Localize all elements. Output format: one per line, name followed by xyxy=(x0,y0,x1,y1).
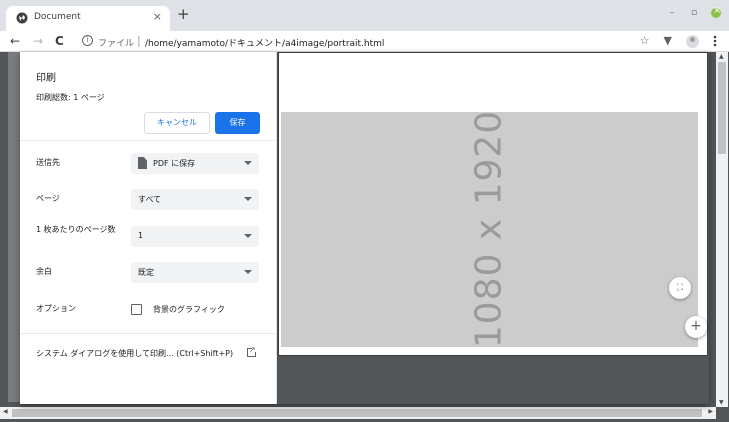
horizontal-scrollbar[interactable]: ◀ ▶ xyxy=(0,407,716,419)
fit-to-page-icon[interactable]: ⛶ xyxy=(669,277,691,299)
browser-toolbar: ← → C i ファイル | /home/yamamoto/ドキュメント/a4i… xyxy=(0,31,729,52)
url-scheme-label: ファイル xyxy=(98,39,135,49)
close-window-button[interactable] xyxy=(711,5,721,18)
extension-icon[interactable]: ▼ xyxy=(664,34,672,48)
forward-button[interactable]: → xyxy=(33,34,43,48)
menu-kebab-icon[interactable] xyxy=(713,35,717,47)
chevron-down-icon xyxy=(244,161,252,165)
scroll-up-arrow[interactable]: ▲ xyxy=(719,53,724,60)
options-label: オプション xyxy=(36,304,76,313)
chevron-down-icon xyxy=(244,234,252,238)
vertical-scrollbar[interactable]: ▲ ▼ xyxy=(716,52,728,407)
document-icon xyxy=(138,157,147,169)
reload-button[interactable]: C xyxy=(55,34,64,48)
open-external-icon[interactable] xyxy=(247,345,257,357)
address-bar[interactable]: i ファイル | /home/yamamoto/ドキュメント/a4image/p… xyxy=(78,33,648,50)
vertical-scroll-thumb[interactable] xyxy=(718,62,726,154)
pages-per-sheet-value: 1 xyxy=(138,231,144,240)
minimize-button[interactable]: – xyxy=(667,8,677,18)
back-button[interactable]: ← xyxy=(10,34,20,48)
tab-close-icon[interactable]: × xyxy=(153,10,162,23)
scroll-left-arrow[interactable]: ◀ xyxy=(3,408,8,415)
tab-title: Document xyxy=(34,12,81,22)
page-backdrop xyxy=(8,52,20,402)
pages-per-sheet-label: 1 枚あたりのページ数 xyxy=(36,225,116,234)
scroll-down-arrow[interactable]: ▼ xyxy=(719,399,724,406)
destination-label: 送信先 xyxy=(36,158,60,167)
window-controls: – ▫ xyxy=(667,5,721,18)
chevron-down-icon xyxy=(244,197,252,201)
url-separator: | xyxy=(137,34,141,47)
tab-strip: Document × + – ▫ xyxy=(0,0,729,31)
print-settings-panel: 印刷 印刷総数: 1 ページ キャンセル 保存 送信先 PDF に保存 ページ … xyxy=(20,52,277,404)
image-placeholder-text: 1080 x 1920 xyxy=(468,112,510,347)
maximize-button[interactable]: ▫ xyxy=(689,8,699,18)
profile-avatar[interactable] xyxy=(686,34,699,48)
chevron-down-icon xyxy=(244,270,252,274)
header-divider xyxy=(20,140,277,141)
globe-icon xyxy=(16,12,28,24)
margins-value: 既定 xyxy=(138,268,154,277)
total-pages-text: 印刷総数: 1 ページ xyxy=(36,93,105,102)
preview-image: 1080 x 1920 xyxy=(281,112,698,347)
info-icon[interactable]: i xyxy=(82,35,93,46)
system-dialog-link[interactable]: システム ダイアログを使用して印刷... (Ctrl+Shift+P) xyxy=(36,348,233,359)
zoom-in-button[interactable]: + xyxy=(685,316,707,338)
horizontal-scroll-thumb[interactable] xyxy=(12,409,702,417)
destination-select[interactable]: PDF に保存 xyxy=(131,153,259,174)
pages-label: ページ xyxy=(36,194,60,203)
tab-document[interactable]: Document × xyxy=(6,6,170,31)
scroll-right-arrow[interactable]: ▶ xyxy=(708,408,713,415)
print-dialog: 印刷 印刷総数: 1 ページ キャンセル 保存 送信先 PDF に保存 ページ … xyxy=(20,52,709,404)
background-graphics-label[interactable]: 背景のグラフィック xyxy=(153,304,225,315)
margins-label: 余白 xyxy=(36,267,52,276)
destination-value: PDF に保存 xyxy=(153,159,196,168)
cancel-button[interactable]: キャンセル xyxy=(144,112,210,134)
pages-value: すべて xyxy=(138,195,162,204)
margins-select[interactable]: 既定 xyxy=(131,262,259,283)
toolbar-actions: ☆ ▼ xyxy=(640,34,717,48)
save-button[interactable]: 保存 xyxy=(215,112,260,134)
print-preview: 1080 x 1920 ⛶ + xyxy=(277,52,709,404)
dialog-title: 印刷 xyxy=(36,73,56,84)
footer-divider xyxy=(20,333,277,334)
url-text[interactable]: /home/yamamoto/ドキュメント/a4image/portrait.h… xyxy=(145,36,384,49)
bookmark-star-icon[interactable]: ☆ xyxy=(640,34,650,48)
pages-select[interactable]: すべて xyxy=(131,189,259,210)
preview-page: 1080 x 1920 xyxy=(278,52,708,356)
background-graphics-checkbox[interactable] xyxy=(131,304,142,315)
new-tab-button[interactable]: + xyxy=(177,7,190,22)
pages-per-sheet-select[interactable]: 1 xyxy=(131,226,259,247)
